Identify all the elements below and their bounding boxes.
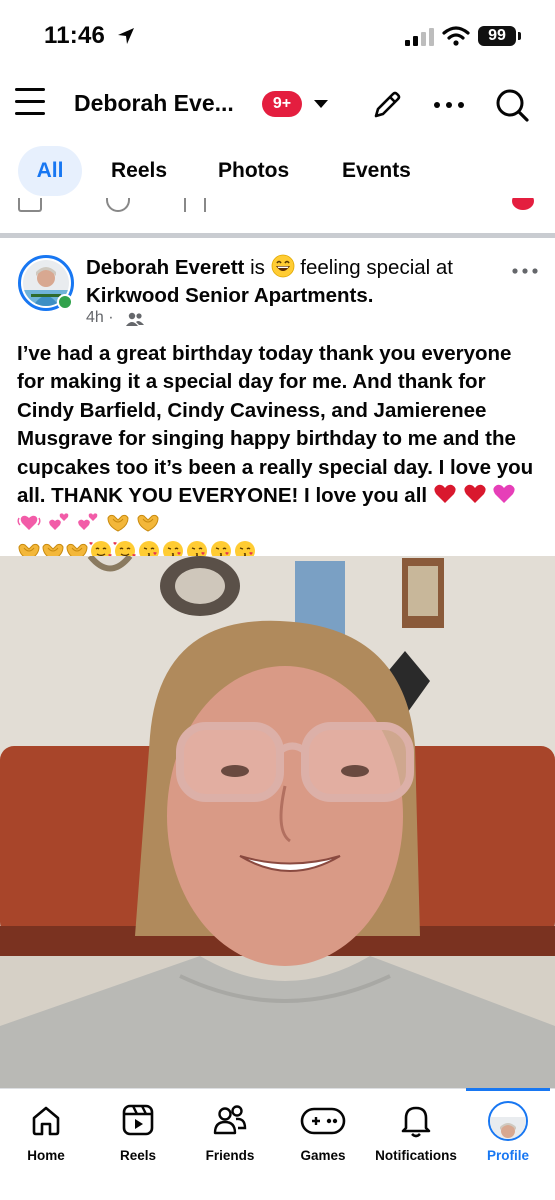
nav-games[interactable]: Games — [273, 1089, 373, 1179]
home-icon — [32, 1106, 60, 1136]
bell-icon — [401, 1106, 431, 1138]
red-heart-emoji-icon — [434, 484, 456, 504]
two-hearts-emoji-icon — [48, 513, 69, 531]
wifi-icon — [442, 26, 470, 46]
post-more-icon[interactable] — [512, 268, 538, 274]
like-icon[interactable] — [18, 198, 42, 212]
nav-friends[interactable]: Friends — [180, 1089, 280, 1179]
online-status-dot — [57, 294, 73, 310]
reels-icon — [122, 1104, 154, 1136]
more-options-icon[interactable] — [434, 102, 464, 108]
nav-label-home: Home — [27, 1148, 65, 1163]
bottom-navigation: Home Reels Friends Games Notifications P… — [0, 1088, 555, 1200]
red-heart-emoji-icon — [463, 484, 486, 504]
nav-profile[interactable]: Profile — [458, 1089, 555, 1179]
reaction-icon — [512, 198, 534, 210]
friends-icon — [213, 1105, 247, 1135]
post-meta: 4h · — [86, 309, 114, 327]
nav-label-reels: Reels — [119, 1148, 157, 1163]
status-time: 11:46 — [44, 22, 106, 49]
feed-divider — [0, 233, 555, 238]
post-feeling: feeling special at — [300, 256, 453, 279]
top-header: Deborah Eve... 9+ — [0, 74, 555, 136]
nav-label-games: Games — [300, 1148, 346, 1163]
status-bar: 11:46 99 — [0, 0, 555, 74]
post-photo[interactable] — [0, 556, 555, 1088]
tab-reels[interactable]: Reels — [111, 146, 167, 196]
meta-separator: · — [108, 309, 114, 326]
previous-post-actions — [0, 198, 555, 234]
signal-icon — [405, 28, 434, 46]
post-time[interactable]: 4h — [86, 309, 104, 326]
battery-indicator: 99 — [478, 26, 516, 46]
search-icon[interactable] — [494, 87, 530, 123]
post-body: I’ve had a great birthday today thank yo… — [17, 340, 542, 567]
menu-icon[interactable] — [15, 88, 47, 118]
tab-events[interactable]: Events — [342, 146, 411, 196]
avatar — [488, 1101, 528, 1141]
two-hearts-emoji-icon — [78, 513, 98, 531]
post-header: Deborah Everett is feeling special at Ki… — [86, 254, 453, 307]
beating-heart-emoji-icon — [17, 516, 41, 531]
nav-label-friends: Friends — [205, 1148, 255, 1163]
edit-pencil-icon[interactable] — [370, 88, 404, 122]
active-tab-indicator — [466, 1088, 550, 1091]
tab-all[interactable]: All — [18, 146, 82, 196]
share-icon[interactable] — [184, 198, 206, 212]
nav-notifications[interactable]: Notifications — [366, 1089, 466, 1179]
games-icon — [300, 1107, 346, 1135]
nav-label-profile: Profile — [486, 1148, 529, 1163]
post-verb: is — [250, 256, 265, 279]
friends-audience-icon[interactable] — [125, 311, 145, 327]
notification-badge[interactable]: 9+ — [262, 91, 302, 117]
location-arrow-icon — [118, 28, 134, 44]
nav-reels[interactable]: Reels — [88, 1089, 188, 1179]
battery-nub — [518, 32, 521, 40]
pink-heart-emoji-icon — [493, 484, 515, 504]
page-title[interactable]: Deborah Eve... — [74, 90, 234, 117]
chevron-down-icon[interactable] — [314, 100, 328, 108]
grinning-emoji-icon — [271, 254, 294, 278]
nav-home[interactable]: Home — [0, 1089, 96, 1179]
post-place[interactable]: Kirkwood Senior Apartments — [86, 284, 368, 307]
heart-hands-emoji-icon — [107, 515, 129, 532]
nav-label-notifications: Notifications — [375, 1148, 457, 1163]
comment-icon[interactable] — [106, 198, 130, 212]
post-author[interactable]: Deborah Everett — [86, 256, 244, 279]
profile-tabs: All Reels Photos Events — [0, 146, 555, 198]
heart-hands-emoji-icon — [137, 515, 159, 532]
tab-photos[interactable]: Photos — [218, 146, 289, 196]
